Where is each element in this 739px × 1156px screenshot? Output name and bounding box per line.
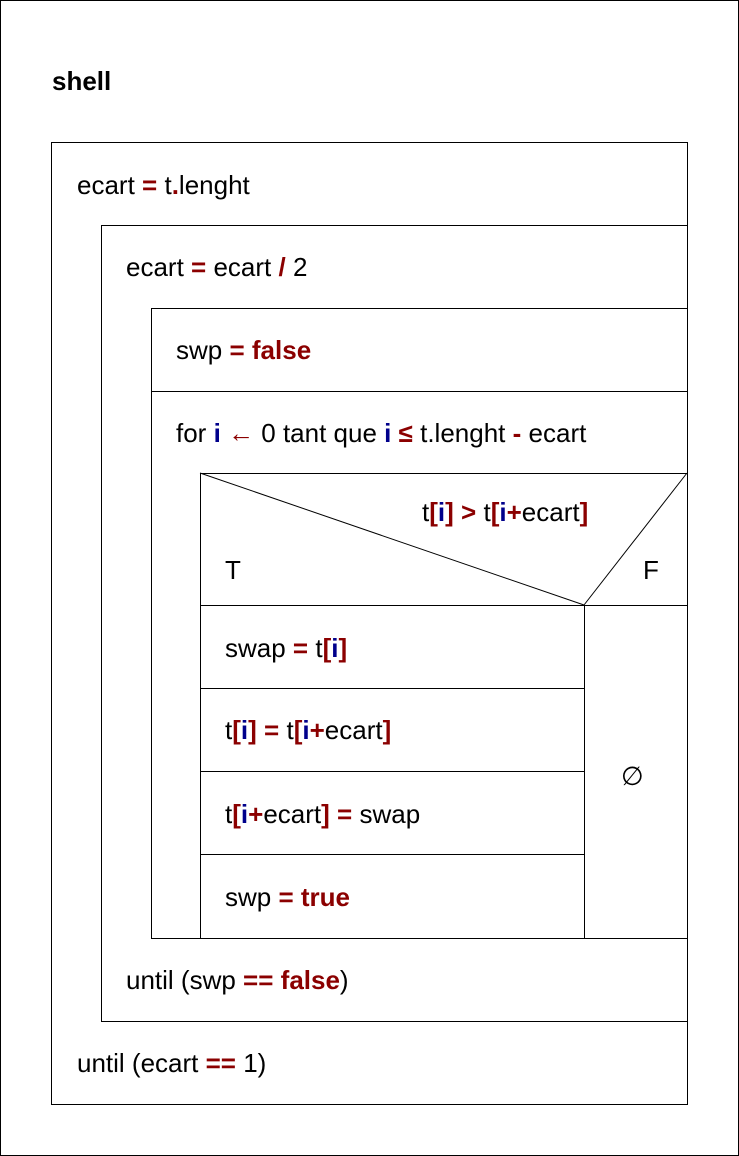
stmt-swap-3: t[i + ecart] = swap — [201, 771, 584, 855]
stmt-until-ecart: until (ecart == 1) — [77, 1048, 267, 1078]
stmt-init: ecart = t. lenght — [77, 169, 250, 200]
stmt-set-swp: swp = true — [201, 854, 584, 938]
true-branch-label: T — [225, 555, 241, 585]
empty-set-symbol: ∅ — [621, 761, 644, 791]
stmt-for-loop: for i ← 0 tant que i ≤ t.lenght - ecart — [152, 391, 687, 474]
diagram-title: shell — [52, 66, 112, 96]
stmt-swap-1: swap = t[i] — [225, 632, 348, 663]
condition-triangle — [199, 472, 688, 606]
branch-divider — [584, 605, 585, 939]
condition-label: t[i] > t[i+ecart] — [422, 497, 589, 527]
stmt-reset-swp: swp = false — [176, 335, 312, 365]
stmt-swap-2: t[i] = t[i + ecart] — [201, 688, 584, 771]
false-branch-label: F — [643, 555, 659, 585]
stmt-until-swp: until (swp == false) — [126, 965, 349, 995]
stmt-halve: ecart = ecart / 2 — [126, 252, 308, 282]
